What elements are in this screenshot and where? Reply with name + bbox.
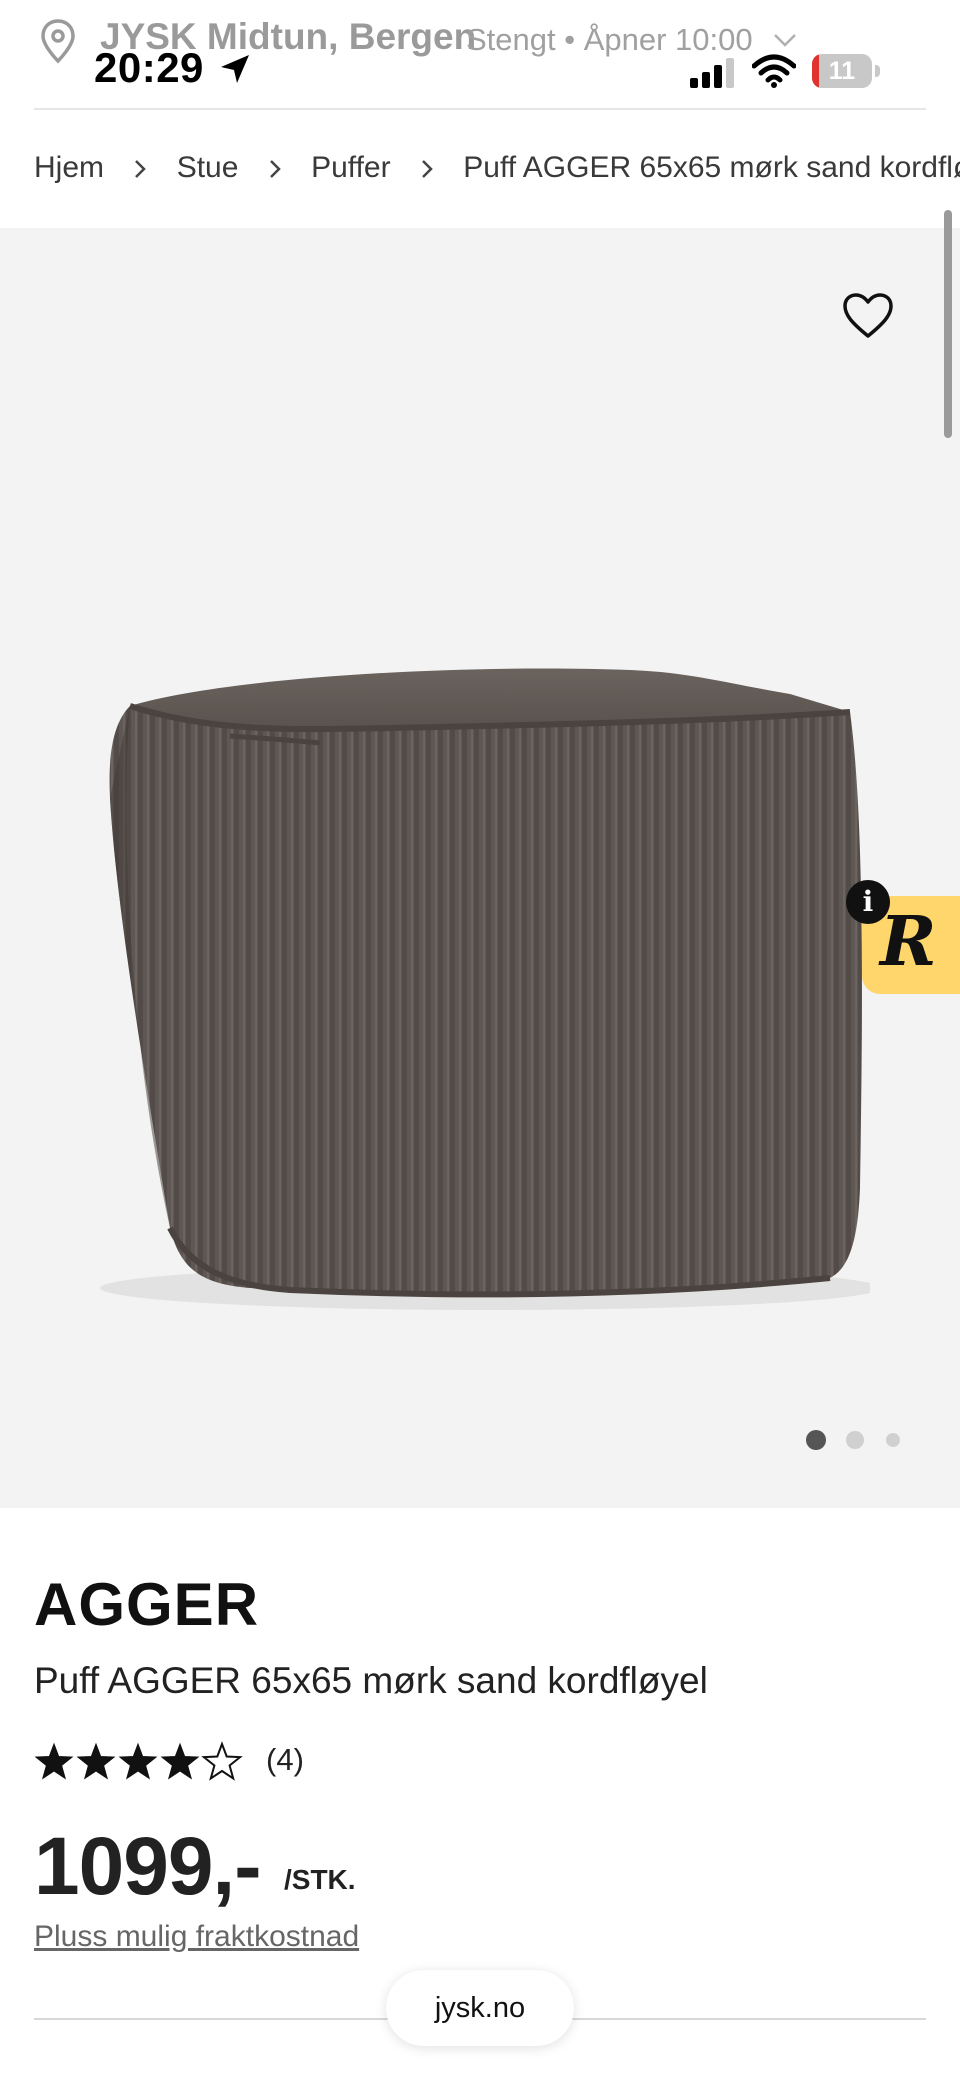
product-price: 1099,- [34, 1821, 262, 1912]
breadcrumb: Hjem Stue Puffer Puff AGGER 65x65 mørk s… [34, 150, 960, 200]
price-unit: /STK. [284, 1864, 356, 1895]
browser-url-bar[interactable]: jysk.no [386, 1970, 574, 2046]
reviews-logo: R [880, 902, 937, 982]
battery-body: 11 [812, 54, 872, 88]
battery-indicator: 11 [812, 54, 882, 88]
product-image[interactable] [90, 628, 870, 1348]
breadcrumb-item-living-room[interactable]: Stue [177, 151, 239, 185]
rating-count[interactable]: (4) [266, 1742, 304, 1778]
battery-level: 11 [828, 57, 856, 85]
divider [34, 108, 926, 110]
rating-stars[interactable] [34, 1738, 244, 1786]
cellular-signal-icon [690, 58, 734, 88]
carousel-dot[interactable] [806, 1430, 826, 1450]
location-pin-icon[interactable] [38, 18, 78, 64]
top-bar: JYSK Midtun, Bergen Stengt • Åpner 10:00… [0, 0, 960, 108]
star-filled-icon [76, 1742, 116, 1780]
product-name: Puff AGGER 65x65 mørk sand kordfløyel [34, 1660, 708, 1701]
star-filled-icon [34, 1742, 74, 1780]
scrollbar[interactable] [944, 210, 952, 438]
carousel-dot[interactable] [846, 1431, 864, 1449]
star-empty-icon [201, 1741, 243, 1781]
chevron-right-icon [399, 151, 455, 185]
chevron-right-icon [247, 151, 303, 185]
chevron-right-icon [112, 151, 168, 185]
store-hours[interactable]: Stengt • Åpner 10:00 [466, 22, 753, 58]
wifi-icon [752, 54, 796, 88]
carousel-dot[interactable] [886, 1433, 900, 1447]
chevron-down-icon[interactable] [772, 30, 798, 50]
battery-tip [875, 65, 880, 77]
browser-url[interactable]: jysk.no [386, 1970, 574, 2046]
product-image-gallery[interactable]: R i [0, 228, 960, 1508]
breadcrumb-item-home[interactable]: Hjem [34, 151, 104, 185]
breadcrumb-item-poufs[interactable]: Puffer [311, 151, 391, 185]
product-brand: AGGER [34, 1571, 260, 1638]
shipping-cost-link[interactable]: Pluss mulig fraktkostnad [34, 1920, 359, 1954]
breadcrumb-item-current: Puff AGGER 65x65 mørk sand kordfløyel [463, 151, 960, 185]
star-filled-icon [160, 1742, 200, 1780]
location-arrow-icon [221, 55, 249, 83]
heart-icon[interactable] [842, 292, 894, 340]
status-time: 20:29 [94, 44, 204, 91]
star-filled-icon [118, 1742, 158, 1780]
info-icon[interactable]: i [846, 880, 890, 924]
